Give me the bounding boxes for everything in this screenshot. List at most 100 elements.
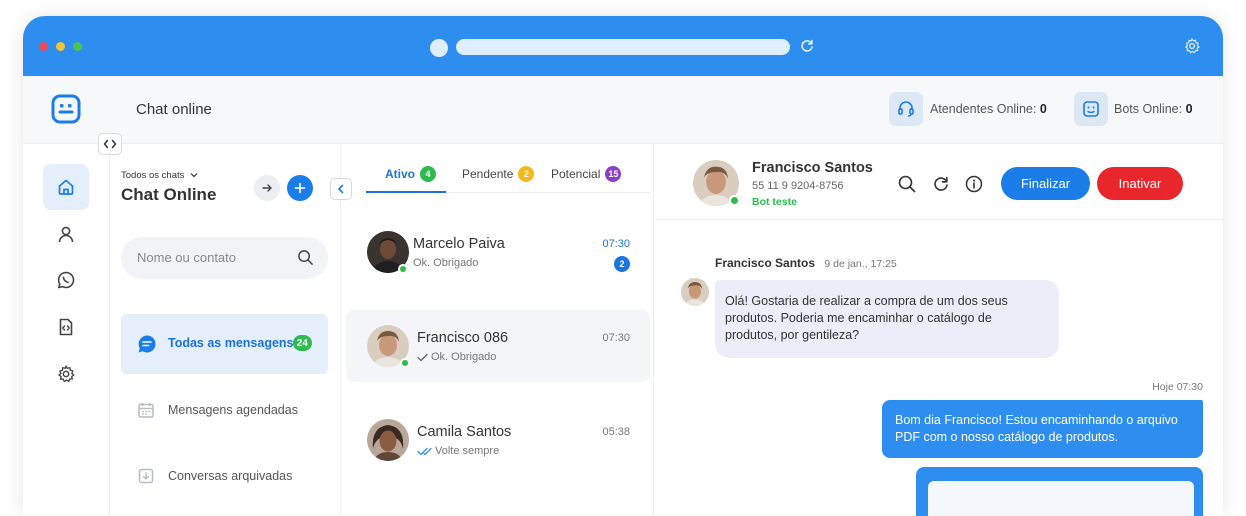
plus-icon [294,182,306,194]
sidebar-item-home[interactable] [43,164,89,210]
browser-bar [23,16,1223,76]
bots-count: 0 [1185,102,1193,116]
chat-panel-title: Chat Online [121,185,217,204]
chat-preview: Ok. Obrigado [417,351,496,363]
chat-time: 05:38 [602,426,630,438]
online-status-dot [398,264,408,274]
code-arrows-icon [103,139,117,149]
chat-category-panel: Todos os chats Chat Online Nome ou conta… [111,144,341,516]
refresh-icon[interactable] [799,38,815,54]
chat-item[interactable]: Marcelo Paiva Ok. Obrigado 07:30 2 [346,216,650,288]
online-status-dot [400,358,410,368]
tab-ativo[interactable]: Ativo 4 [385,166,436,182]
chat-time: 07:30 [602,238,630,250]
address-bar[interactable] [456,39,790,55]
category-conversas-arquivadas[interactable]: Conversas arquivadas [121,447,328,507]
atendentes-count: 0 [1039,102,1047,116]
home-icon [58,179,74,195]
chat-preview: Ok. Obrigado [413,257,478,269]
sidebar-expand-toggle[interactable] [98,133,122,155]
sidebar-item-contacts[interactable] [43,211,89,257]
forward-button[interactable] [254,175,280,201]
close-window-dot[interactable] [39,42,48,51]
tab-label: Ativo [385,167,415,181]
chat-time: 07:30 [602,332,630,344]
collapse-panel-button[interactable] [330,178,352,200]
app-logo[interactable] [51,94,81,124]
atendentes-online: Atendentes Online: 0 [930,102,1047,116]
conversation-panel: Francisco Santos 55 11 9 9204-8756 Bot t… [655,144,1223,516]
category-label: Mensagens agendadas [168,403,298,417]
contact-name: Francisco Santos [752,160,873,176]
minimize-window-dot[interactable] [56,42,65,51]
check-icon [417,353,428,361]
search-icon[interactable] [297,249,314,266]
category-mensagens-agendadas[interactable]: Mensagens agendadas [121,381,328,441]
online-status-dot [729,195,740,206]
refresh-icon[interactable] [931,174,951,194]
app-header: Chat online Atendentes Online: 0 Bots On… [23,76,1223,144]
gear-icon[interactable] [1183,37,1201,55]
conversation-header: Francisco Santos 55 11 9 9204-8756 Bot t… [655,144,1223,220]
category-label: Todas as mensagens [168,336,294,350]
unread-count-badge: 2 [614,256,630,272]
double-check-icon [417,447,432,455]
outgoing-file-bubble [916,467,1203,516]
code-file-icon [59,318,73,336]
file-attachment[interactable] [928,481,1194,516]
maximize-window-dot[interactable] [73,42,82,51]
chat-preview-text: Volte sempre [435,445,500,457]
atendentes-label: Atendentes Online: [930,102,1037,116]
search-icon[interactable] [897,174,917,194]
finalizar-button[interactable]: Finalizar [1001,167,1090,200]
outgoing-message-time: Hoje 07:30 [1152,381,1203,393]
new-chat-button[interactable] [287,175,313,201]
bot-label: Bot teste [752,196,797,208]
chevron-down-icon [190,173,198,178]
bots-online: Bots Online: 0 [1114,102,1193,116]
arrow-right-icon [262,184,272,192]
chat-preview-text: Ok. Obrigado [413,257,479,269]
avatar [367,419,409,461]
chevron-left-icon [338,184,344,194]
search-input[interactable] [137,250,287,265]
tab-count-badge: 15 [605,166,622,182]
tab-count-badge: 2 [518,166,535,182]
tab-label: Pendente [462,167,514,181]
chat-name: Francisco 086 [417,330,509,346]
sender-avatar [681,278,709,306]
sidebar-item-templates[interactable] [43,304,89,350]
chat-preview-text: Ok. Obrigado [431,351,497,363]
site-icon [430,39,448,57]
chat-item[interactable]: Camila Santos Volte sempre 05:38 [346,404,650,476]
outgoing-message-bubble: Bom dia Francisco! Estou encaminhando o … [882,400,1203,458]
page-title: Chat online [136,101,212,118]
tab-pendente[interactable]: Pendente 2 [462,166,535,182]
chat-filter-dropdown[interactable]: Todos os chats [121,170,198,181]
category-label: Conversas arquivadas [168,469,293,483]
message-icon [138,335,156,353]
chat-item[interactable]: Francisco 086 Ok. Obrigado 07:30 [346,310,650,382]
message-sender: Francisco Santos 9 de jan., 17:25 [715,256,897,270]
info-icon[interactable] [964,174,984,194]
bot-icon [1083,101,1099,117]
chat-name: Marcelo Paiva [413,236,505,252]
chat-filter-label: Todos os chats [121,170,185,181]
inativar-button[interactable]: Inativar [1097,167,1183,200]
active-tab-indicator [366,191,446,193]
icon-sidebar [23,144,110,516]
sidebar-item-whatsapp[interactable] [43,257,89,303]
tab-label: Potencial [551,167,601,181]
category-todas-mensagens[interactable]: Todas as mensagens 24 [121,314,328,374]
tab-count-badge: 4 [420,166,436,182]
search-box [121,237,328,279]
headset-icon [898,101,914,117]
app-window: Chat online Atendentes Online: 0 Bots On… [23,16,1223,516]
sidebar-item-settings[interactable] [43,351,89,397]
atendentes-icon-box [889,92,923,126]
sender-name: Francisco Santos [715,256,816,270]
incoming-message-bubble: Olá! Gostaria de realizar a compra de um… [715,280,1059,358]
chat-list-panel: Ativo 4 Pendente 2 Potencial 15 Marcelo … [342,144,654,516]
tab-potencial[interactable]: Potencial 15 [551,166,622,182]
chat-preview: Volte sempre [417,445,499,457]
